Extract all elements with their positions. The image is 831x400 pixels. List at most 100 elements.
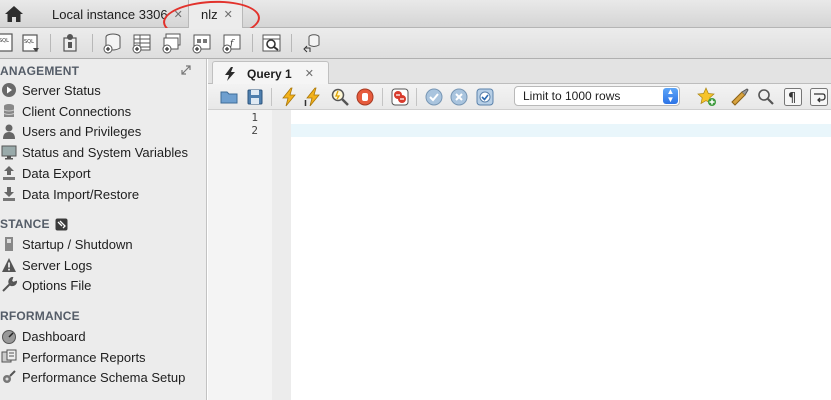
client-connections-icon bbox=[3, 104, 15, 117]
user-icon bbox=[3, 124, 15, 139]
sidebar-item-data-export[interactable]: Data Export bbox=[0, 163, 205, 183]
sidebar-item-status-and-system-variables[interactable]: Status and System Variables bbox=[0, 142, 205, 162]
connection-tab-bar: Local instance 3306 ✕ nlz ✕ bbox=[0, 0, 831, 28]
toolbar-separator bbox=[416, 88, 417, 106]
open-sql-script-icon[interactable]: SQL bbox=[20, 32, 42, 54]
svg-text:SQL: SQL bbox=[24, 39, 34, 45]
toolbar-separator bbox=[92, 34, 93, 52]
create-function-icon[interactable]: f bbox=[221, 32, 243, 54]
reports-icon bbox=[1, 349, 17, 363]
toolbar-separator bbox=[291, 34, 292, 52]
dashboard-icon bbox=[2, 330, 16, 344]
sidebar-item-users-and-privileges[interactable]: Users and Privileges bbox=[0, 121, 205, 141]
tab-nlz[interactable]: nlz ✕ bbox=[188, 0, 243, 28]
create-procedure-icon[interactable] bbox=[191, 32, 213, 54]
section-header-performance: RFORMANCE bbox=[0, 309, 80, 323]
sidebar-item-label: Performance Reports bbox=[22, 349, 146, 365]
toolbar-separator bbox=[382, 88, 383, 106]
sidebar-item-label: Dashboard bbox=[22, 328, 86, 344]
server-status-icon bbox=[2, 83, 16, 97]
beautify-icon[interactable] bbox=[730, 87, 750, 107]
home-icon[interactable] bbox=[4, 5, 24, 23]
export-icon bbox=[3, 166, 15, 180]
word-wrap-icon[interactable] bbox=[809, 87, 829, 107]
add-snippet-icon[interactable] bbox=[697, 87, 717, 107]
query-tab-label: Query 1 bbox=[247, 66, 292, 81]
limit-rows-select[interactable]: Limit to 1000 rows ▲ ▼ bbox=[514, 86, 680, 106]
tab-label: Local instance 3306 bbox=[52, 6, 168, 22]
limit-rows-value: Limit to 1000 rows bbox=[523, 89, 621, 103]
warning-icon bbox=[2, 258, 16, 272]
startup-icon bbox=[5, 237, 13, 251]
tab-query-1[interactable]: Query 1 ✕ bbox=[212, 61, 329, 85]
stop-icon[interactable] bbox=[355, 87, 375, 107]
sql-editor-toolbar: I Limit to 1000 rows ▲ ▼ ¶ bbox=[208, 84, 831, 110]
commit-icon[interactable] bbox=[424, 87, 444, 107]
search-table-data-icon[interactable] bbox=[261, 32, 283, 54]
sidebar-item-server-status[interactable]: Server Status bbox=[0, 80, 205, 100]
sidebar-item-label: Status and System Variables bbox=[22, 144, 188, 160]
tab-local-instance[interactable]: Local instance 3306 ✕ bbox=[34, 0, 187, 28]
main-toolbar: SQL SQL f bbox=[0, 28, 831, 59]
inspector-icon[interactable] bbox=[60, 32, 82, 54]
tab-label: nlz bbox=[201, 6, 218, 22]
sidebar-item-label: Options File bbox=[22, 277, 92, 293]
instance-icon bbox=[55, 218, 68, 230]
line-number-gutter: 1 2 bbox=[208, 110, 291, 400]
create-table-icon[interactable] bbox=[131, 32, 153, 54]
sidebar-item-label: Client Connections bbox=[22, 103, 132, 119]
sidebar-item-label: Data Import/Restore bbox=[22, 186, 140, 202]
svg-text:¶: ¶ bbox=[788, 91, 796, 106]
sidebar-item-startup-shutdown[interactable]: Startup / Shutdown bbox=[0, 234, 205, 254]
sidebar-item-label: Server Logs bbox=[22, 257, 93, 273]
line-number: 2 bbox=[251, 124, 258, 137]
sidebar-item-data-import-restore[interactable]: Data Import/Restore bbox=[0, 184, 205, 204]
sidebar-item-performance-schema-setup[interactable]: Performance Schema Setup bbox=[0, 367, 205, 387]
toggle-error-continue-icon[interactable] bbox=[390, 87, 410, 107]
chevron-updown-icon: ▲ ▼ bbox=[663, 88, 678, 104]
sidebar-item-label: Server Status bbox=[22, 82, 101, 98]
create-schema-icon[interactable] bbox=[102, 32, 124, 54]
sidebar-item-label: Data Export bbox=[22, 165, 91, 181]
find-icon[interactable] bbox=[756, 87, 776, 107]
close-icon[interactable]: ✕ bbox=[224, 8, 233, 21]
expand-icon[interactable] bbox=[181, 65, 191, 75]
toolbar-separator bbox=[50, 34, 51, 52]
svg-text:I: I bbox=[304, 99, 307, 107]
sidebar-item-dashboard[interactable]: Dashboard bbox=[0, 326, 205, 346]
save-icon[interactable] bbox=[245, 87, 265, 107]
line-number: 1 bbox=[251, 111, 258, 124]
create-view-icon[interactable] bbox=[161, 32, 183, 54]
section-header-instance: STANCE bbox=[0, 215, 68, 233]
close-icon[interactable]: ✕ bbox=[305, 67, 314, 80]
autocommit-icon[interactable] bbox=[475, 87, 495, 107]
current-line-highlight bbox=[291, 124, 831, 137]
reconnect-icon[interactable] bbox=[302, 32, 324, 54]
sql-editor[interactable]: 1 2 bbox=[208, 110, 831, 400]
monitor-icon bbox=[1, 145, 17, 160]
sidebar-item-label: Users and Privileges bbox=[22, 123, 142, 139]
toolbar-separator bbox=[271, 88, 272, 106]
new-sql-tab-icon[interactable]: SQL bbox=[0, 32, 18, 54]
tab-bar-empty-area bbox=[244, 0, 831, 28]
open-folder-icon[interactable] bbox=[219, 87, 239, 107]
wrench-icon bbox=[2, 277, 17, 292]
navigator-sidebar: ANAGEMENT Server Status Client Connectio… bbox=[0, 59, 207, 400]
execute-current-statement-icon[interactable]: I bbox=[303, 87, 323, 107]
rollback-icon[interactable] bbox=[449, 87, 469, 107]
explain-icon[interactable] bbox=[330, 87, 350, 107]
query-tab-bar: Query 1 ✕ bbox=[208, 59, 831, 85]
sidebar-item-options-file[interactable]: Options File bbox=[0, 275, 205, 295]
close-icon[interactable]: ✕ bbox=[174, 8, 183, 21]
section-header-label: STANCE bbox=[0, 217, 50, 231]
svg-text:SQL: SQL bbox=[0, 38, 9, 44]
invisible-chars-icon[interactable]: ¶ bbox=[783, 87, 803, 107]
sidebar-item-server-logs[interactable]: Server Logs bbox=[0, 255, 205, 275]
fold-margin bbox=[272, 110, 291, 400]
sidebar-item-label: Performance Schema Setup bbox=[22, 369, 186, 385]
sidebar-item-label: Startup / Shutdown bbox=[22, 236, 133, 252]
sidebar-item-client-connections[interactable]: Client Connections bbox=[0, 101, 205, 121]
execute-icon[interactable] bbox=[279, 87, 299, 107]
sidebar-item-performance-reports[interactable]: Performance Reports bbox=[0, 347, 205, 367]
lightning-icon bbox=[225, 66, 235, 81]
